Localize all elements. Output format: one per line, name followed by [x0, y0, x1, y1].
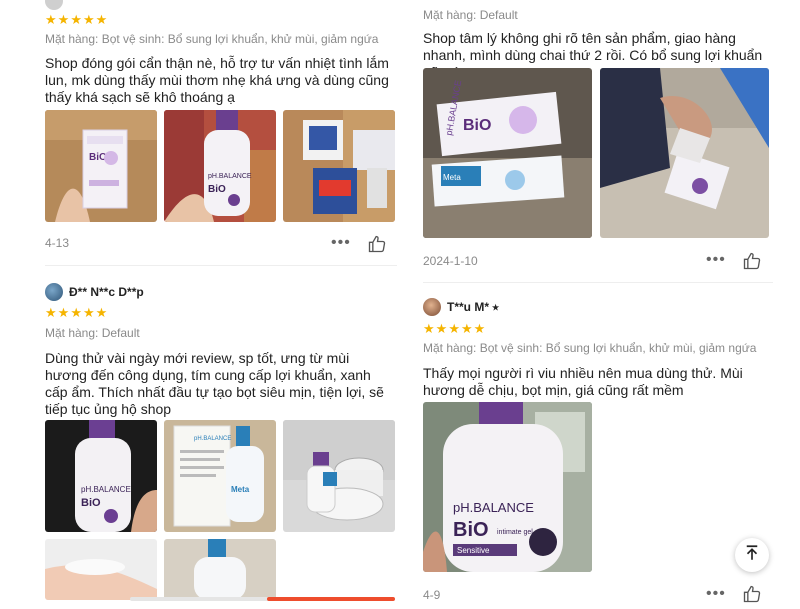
arrow-up-icon — [743, 544, 761, 567]
reviewer-name: Đ** N**c D**p — [69, 285, 144, 299]
rating-stars: ★ ★ ★ ★ ★ — [45, 305, 400, 319]
thumbs-up-icon[interactable] — [367, 234, 387, 254]
star-icon: ★ — [45, 304, 57, 320]
product-bottle-photo: pH.BALANCE BiO — [45, 420, 157, 532]
product-bottle-photo: pH.BALANCE BiO — [164, 110, 276, 222]
variant-label: Mặt hàng: Bọt vệ sinh: Bổ sung lợi khuẩn… — [45, 32, 379, 46]
star-icon: ★ — [70, 304, 82, 320]
product-line-text: BiO — [208, 184, 226, 195]
product-brand-text: pH.BALANCE — [208, 173, 252, 180]
star-icon: ★ — [423, 320, 435, 336]
reviewer-row: Đ** N**c D**p — [45, 283, 400, 301]
variant-label: Mặt hàng: Default — [423, 8, 518, 22]
review-text: Dùng thử vài ngày mới review, sp tốt, ưn… — [45, 350, 384, 417]
more-options-icon[interactable]: ••• — [706, 585, 726, 603]
more-options-icon[interactable]: ••• — [331, 234, 351, 252]
product-box-photo: pH.BALANCE BiO Meta — [423, 68, 592, 238]
star-icon: ★ — [45, 11, 57, 27]
reviewer-row: T**u M* ⭑ — [423, 298, 778, 316]
product-tag-text: Sensitive — [457, 546, 490, 555]
reviewer-row — [45, 0, 400, 10]
rating-stars: ★ ★ ★ ★ ★ — [423, 321, 778, 335]
star-icon: ★ — [57, 11, 70, 27]
star-icon: ★ — [70, 11, 82, 27]
review-photo[interactable]: pH.BALANCE BiO — [164, 110, 276, 222]
star-icon: ★ — [95, 11, 108, 27]
review-photo[interactable]: pH.BALANCE BiO intimate gel Sensitive — [423, 402, 592, 572]
rating-stars: ★ ★ ★ ★ ★ — [45, 12, 400, 26]
bottom-bar — [130, 597, 270, 601]
product-sub-text: intimate gel — [497, 529, 533, 536]
product-bottle-photo: pH.BALANCE Meta — [164, 420, 276, 532]
left-column: ★ ★ ★ ★ ★ Mặt hàng: Bọt vệ sinh: Bổ sung… — [45, 0, 400, 601]
review-card: ★ ★ ★ ★ ★ Mặt hàng: Bọt vệ sinh: Bổ sung… — [45, 0, 400, 106]
product-meta-text: Meta — [231, 485, 250, 494]
review-card: T**u M* ⭑ ★ ★ ★ ★ ★ Mặt hàng: Bọt vệ sin… — [423, 298, 778, 399]
foam-hand-photo — [45, 539, 157, 600]
product-meta-text: Meta — [443, 173, 461, 182]
divider — [423, 282, 773, 283]
thumbs-up-icon[interactable] — [742, 584, 762, 604]
more-options-icon[interactable]: ••• — [706, 251, 726, 269]
review-date: 4-13 — [45, 236, 70, 250]
star-icon: ★ — [95, 304, 108, 320]
product-box-photo: BiO — [45, 110, 157, 222]
avatar — [423, 298, 441, 316]
review-photo[interactable]: pH.BALANCE BiO Meta — [423, 68, 592, 238]
review-photo[interactable]: BiO — [45, 110, 157, 222]
hand-holding-box-photo — [600, 68, 769, 238]
review-photo[interactable] — [164, 539, 276, 600]
bathroom-photo — [283, 420, 395, 532]
divider — [45, 265, 397, 266]
star-icon: ★ — [460, 320, 473, 336]
scroll-to-top-button[interactable] — [735, 538, 769, 572]
review-date: 2024-1-10 — [423, 254, 478, 268]
star-icon: ★ — [435, 320, 448, 336]
product-line-text: BiO — [81, 497, 101, 509]
product-line-text: BiO — [463, 117, 491, 134]
review-text: Thấy mọi người rì viu nhiều nên mua dùng… — [423, 365, 743, 398]
review-photo[interactable]: pH.BALANCE Meta — [164, 420, 276, 532]
star-icon: ★ — [82, 304, 95, 320]
variant-label: Mặt hàng: Default — [45, 326, 140, 340]
review-card: Đ** N**c D**p ★ ★ ★ ★ ★ Mặt hàng: Defaul… — [45, 283, 400, 418]
thumbs-up-icon[interactable] — [742, 251, 762, 271]
product-bottle-photo: pH.BALANCE BiO intimate gel Sensitive — [423, 402, 592, 572]
review-text: Shop đóng gói cẩn thận nè, hỗ trợ tư vấn… — [45, 55, 389, 105]
review-photo[interactable] — [283, 110, 395, 222]
review-photo[interactable]: pH.BALANCE BiO — [45, 420, 157, 532]
variant-label: Mặt hàng: Bọt vệ sinh: Bổ sung lợi khuẩn… — [423, 341, 757, 355]
product-bottle-photo — [164, 539, 276, 600]
avatar — [45, 0, 63, 10]
product-brand-text: pH.BALANCE — [194, 436, 231, 442]
product-brand-text: pH.BALANCE — [81, 485, 131, 494]
star-icon: ★ — [57, 304, 70, 320]
bottom-bar-accent — [267, 597, 395, 601]
review-photo[interactable] — [45, 539, 157, 600]
product-line-text: BiO — [453, 519, 489, 541]
reviewer-name: T**u M* ⭑ — [447, 299, 499, 314]
avatar — [45, 283, 63, 301]
star-icon: ★ — [82, 11, 95, 27]
product-brand-text: pH.BALANCE — [453, 500, 534, 515]
review-photo[interactable] — [600, 68, 769, 238]
star-icon: ★ — [448, 320, 460, 336]
package-box-photo — [283, 110, 395, 222]
star-icon: ★ — [473, 320, 486, 336]
right-column: Mặt hàng: Default Shop tâm lý không ghi … — [423, 0, 783, 603]
review-photo[interactable] — [283, 420, 395, 532]
